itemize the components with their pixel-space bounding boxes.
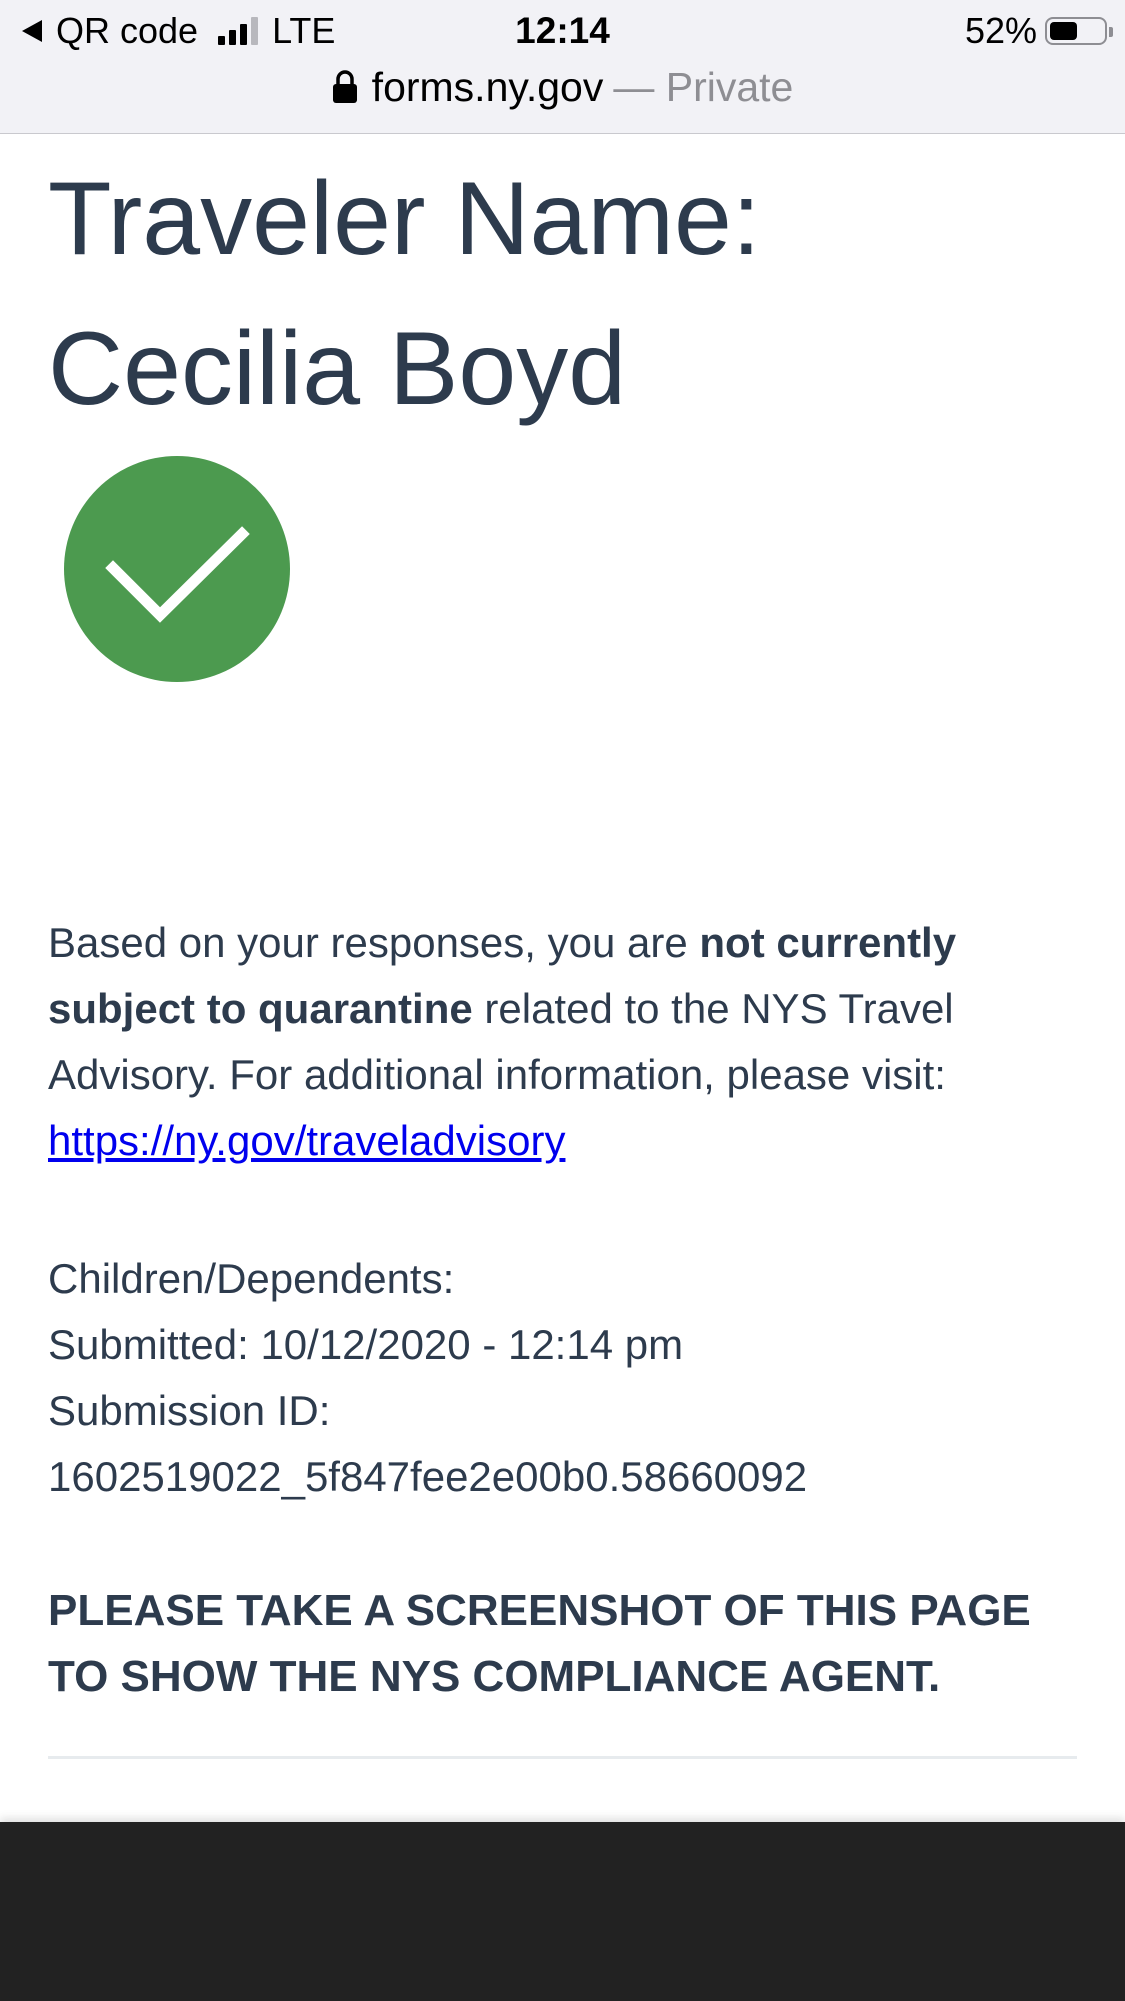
private-label: — Private [613,63,794,110]
traveler-name: Cecilia Boyd [48,311,627,427]
divider [48,1756,1077,1759]
message-intro: Based on your responses, you are [48,919,700,966]
status-bar: QR code LTE 12:14 52% forms.ny.gov — Pri… [0,0,1125,134]
browser-bottom-bar [0,1822,1125,2001]
title-label: Traveler Name: [48,161,761,277]
screenshot-notice: PLEASE TAKE A SCREENSHOT OF THIS PAGE TO… [48,1586,1031,1701]
children-dependents-label: Children/Dependents: [48,1255,455,1302]
battery-tip [1109,27,1113,37]
status-right: 52% [964,8,1113,54]
url-domain[interactable]: forms.ny.gov [372,64,604,111]
submitted-timestamp: Submitted: 10/12/2020 - 12:14 pm [48,1321,684,1368]
page-title: Traveler Name: Cecilia Boyd [48,134,1078,444]
submission-id-label: Submission ID: [48,1387,331,1434]
checkmark-circle-icon [64,456,290,682]
battery-percent: 52% [964,10,1037,51]
lock-icon [332,70,358,104]
clock: 12:14 [515,10,610,51]
page-content: Traveler Name: Cecilia Boyd Based on you… [48,134,1078,1701]
submission-details: Children/Dependents: Submitted: 10/12/20… [48,1246,1078,1510]
submission-id-value: 1602519022_5f847fee2e00b0.58660092 [48,1453,808,1500]
travel-advisory-link[interactable]: https://ny.gov/traveladvisory [48,1117,565,1164]
quarantine-message: Based on your responses, you are not cur… [48,910,1078,1174]
battery-icon [1045,17,1113,45]
battery-level [1050,22,1077,40]
address-bar[interactable]: forms.ny.gov — Private [0,60,1125,114]
